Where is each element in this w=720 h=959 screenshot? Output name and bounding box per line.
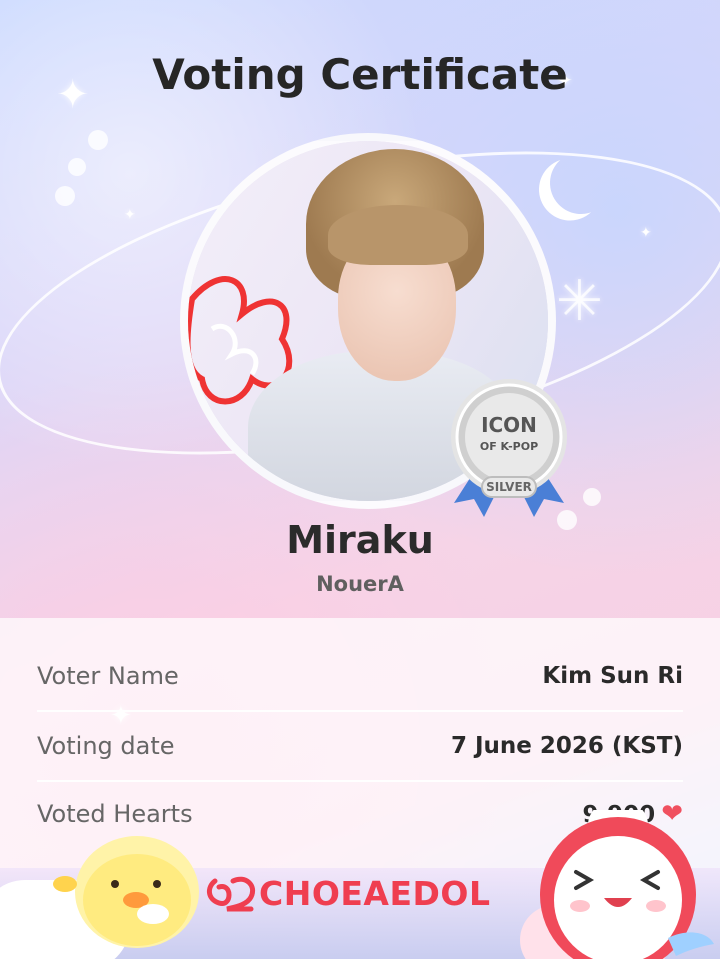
voting-date-value: 7 June 2026 (KST) (450, 733, 683, 759)
idol-name: Miraku (286, 518, 434, 562)
bunny-mascot-icon (540, 810, 714, 959)
certificate-title: Voting Certificate (152, 50, 568, 99)
bubble-decoration (55, 186, 75, 206)
bubble-decoration (88, 130, 108, 150)
sparkle-icon: ✦ (124, 206, 136, 222)
bubble-decoration (68, 158, 86, 176)
bubble-decoration (583, 488, 601, 506)
chick-mascot-icon (53, 836, 199, 948)
voter-name-label: Voter Name (37, 662, 179, 690)
group-name: NouerA (316, 572, 404, 596)
badge-line2: OF K-POP (479, 440, 539, 453)
badge-line1: ICON (481, 413, 537, 437)
voting-date-label: Voting date (37, 732, 175, 760)
choeaedol-logo: CHOEAEDOL (205, 868, 491, 918)
detail-row-voter-name: Voter Name Kim Sun Ri (37, 642, 683, 712)
voting-certificate: ✦ ✦ ✦ ✳ ✦ ✦ Voting Certificate ICON OF K… (0, 0, 720, 959)
logo-heart-icon (207, 876, 255, 912)
sparkle-icon: ✦ (640, 224, 652, 240)
logo-text: CHOEAEDOL (259, 873, 491, 913)
detail-row-voting-date: Voting date 7 June 2026 (KST) (37, 712, 683, 782)
sparkle-icon: ✳ (556, 269, 603, 332)
badge-tier: SILVER (486, 480, 532, 494)
voter-name-value: Kim Sun Ri (542, 663, 683, 689)
